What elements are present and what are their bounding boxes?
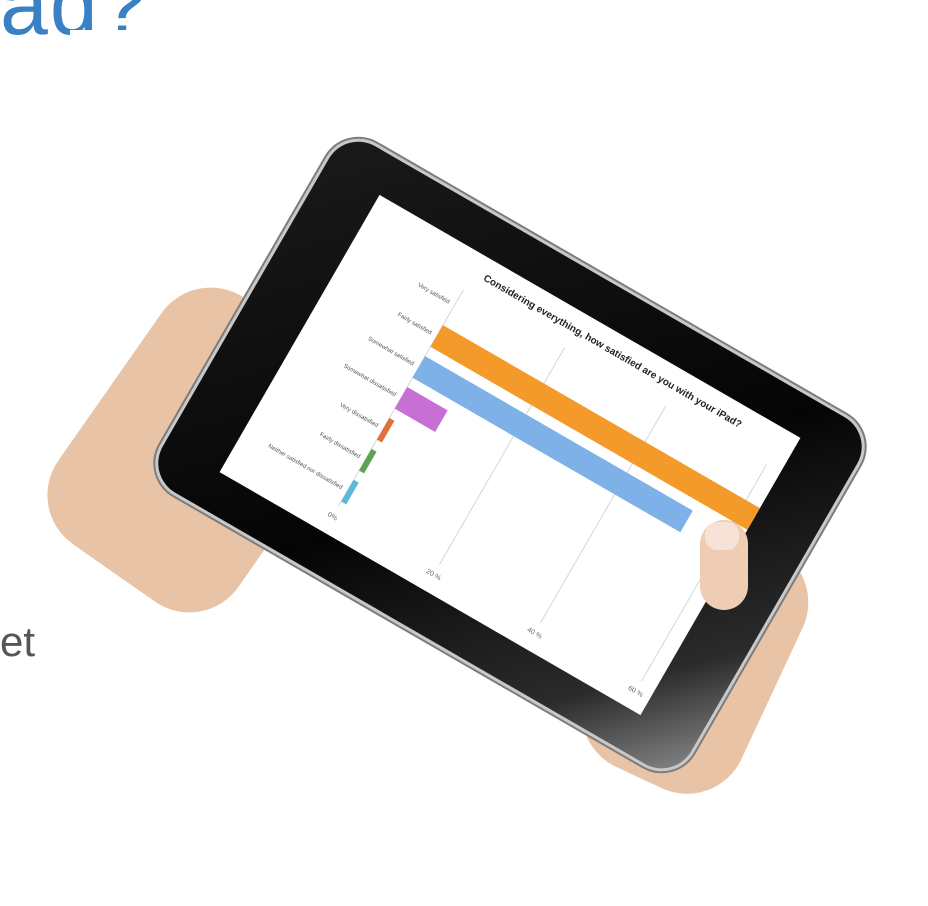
bar <box>359 448 377 474</box>
category-label: Fairly dissatisfied <box>318 432 361 460</box>
x-tick-label: 40 % <box>526 627 543 641</box>
bar <box>394 387 448 432</box>
bar <box>412 356 693 533</box>
x-tick-label: 0% <box>326 511 338 522</box>
category-label: Somewhat satisfied <box>367 336 415 367</box>
category-label: Neither satisfied nor dissatisfied <box>267 444 343 492</box>
tablet-photo: Considering everything, how satisfied ar… <box>0 0 928 906</box>
x-tick-label: 60 % <box>627 685 644 699</box>
category-label: Very dissatisfied <box>338 402 379 429</box>
category-label: Fairly satisfied <box>396 312 432 336</box>
bar <box>341 479 359 505</box>
category-label: Very satisfied <box>416 282 450 305</box>
bar <box>376 417 395 443</box>
right-thumb-nail <box>705 522 739 550</box>
x-tick-label: 20 % <box>425 568 442 582</box>
category-label: Somewhat dissatisfied <box>342 363 397 398</box>
